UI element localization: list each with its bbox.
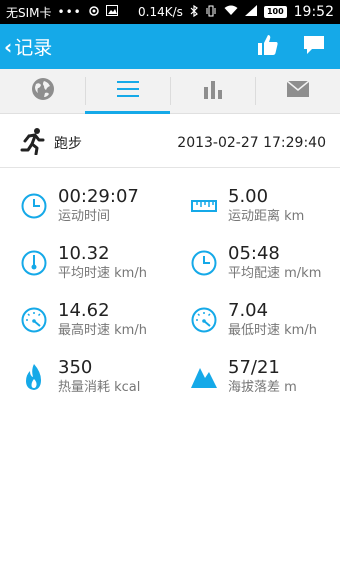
stat-value: 5.00: [228, 186, 269, 207]
thermometer-gauge-icon: [20, 249, 48, 277]
location-icon: [88, 5, 100, 20]
speedometer-icon: [20, 306, 48, 334]
mountain-icon: [190, 363, 218, 391]
stat-label: 海拔落差 m: [228, 380, 297, 395]
stat-label: 运动距离 km: [228, 209, 305, 224]
list-icon: [116, 79, 140, 103]
stat-avg-pace: 05:48 平均配速 m/km: [190, 243, 340, 293]
status-clock: 19:52: [293, 4, 334, 20]
stat-distance: 5.00 运动距离 km: [190, 186, 340, 236]
stat-label: 运动时间: [58, 209, 111, 224]
stat-duration: 00:29:07 运动时间: [20, 186, 180, 236]
stat-value: 14.62: [58, 300, 110, 321]
tab-messages[interactable]: [255, 69, 340, 113]
stat-value: 7.04: [228, 300, 269, 321]
status-bar: 无SIM卡 ••• 0.14K/s 100 19:52: [0, 0, 340, 24]
clock-icon: [20, 192, 48, 220]
stat-min-speed: 7.04 最低时速 km/h: [190, 300, 340, 350]
flame-icon: [20, 363, 48, 391]
stat-value: 57/21: [228, 357, 280, 378]
tab-map[interactable]: [0, 69, 85, 113]
thumbs-up-icon: [256, 33, 280, 61]
ruler-icon: [190, 192, 218, 220]
stat-calories: 350 热量消耗 kcal: [20, 357, 180, 407]
stat-label: 最低时速 km/h: [228, 323, 317, 338]
stat-value: 05:48: [228, 243, 280, 264]
stat-label: 最高时速 km/h: [58, 323, 147, 338]
globe-icon: [31, 77, 55, 105]
running-icon: [20, 127, 46, 159]
mail-icon: [286, 80, 310, 102]
wifi-icon: [224, 5, 238, 19]
stat-value: 10.32: [58, 243, 110, 264]
bluetooth-icon: [190, 4, 198, 20]
image-icon: [105, 5, 118, 19]
vibrate-icon: [205, 5, 217, 20]
battery-icon: 100: [263, 6, 287, 18]
tab-bar: [0, 69, 340, 114]
tab-charts[interactable]: [170, 69, 255, 113]
stat-label: 热量消耗 kcal: [58, 380, 141, 395]
page-title: 记录: [14, 37, 53, 59]
stat-elevation: 57/21 海拔落差 m: [190, 357, 340, 407]
stat-value: 00:29:07: [58, 186, 139, 207]
stat-avg-speed: 10.32 平均时速 km/h: [20, 243, 180, 293]
chevron-left-icon: ‹: [4, 34, 13, 59]
chat-icon: [302, 34, 326, 60]
like-button[interactable]: [254, 33, 282, 61]
comment-button[interactable]: [300, 33, 328, 61]
app-bar: ‹ 记录: [0, 24, 340, 69]
carrier-text: 无SIM卡: [6, 5, 52, 20]
tab-details[interactable]: [85, 69, 170, 114]
bar-chart-icon: [202, 79, 224, 103]
cell-signal-icon: [244, 5, 257, 19]
activity-type: 跑步: [54, 135, 82, 152]
stat-label: 平均时速 km/h: [58, 266, 147, 281]
clock-icon: [190, 249, 218, 277]
back-button[interactable]: ‹ 记录: [0, 33, 52, 60]
speedometer-icon: [190, 306, 218, 334]
network-speed: 0.14K/s: [138, 5, 183, 19]
activity-header: 跑步 2013-02-27 17:29:40: [0, 118, 340, 168]
stat-label: 平均配速 m/km: [228, 266, 322, 281]
stat-value: 350: [58, 357, 93, 378]
signal-dots: •••: [57, 5, 82, 19]
activity-datetime: 2013-02-27 17:29:40: [177, 134, 326, 151]
stat-max-speed: 14.62 最高时速 km/h: [20, 300, 180, 350]
